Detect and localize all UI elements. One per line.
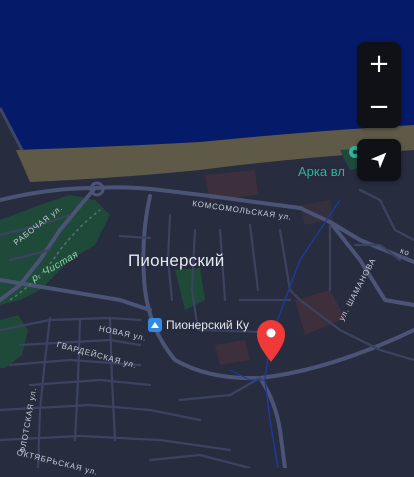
poi-label-arka[interactable]: Арка вл: [298, 164, 345, 179]
district-label: Пионерский: [128, 251, 225, 270]
map-canvas[interactable]: [0, 0, 414, 468]
navigation-arrow-icon: [370, 152, 387, 169]
zoom-in-button[interactable]: +: [357, 42, 401, 85]
poi-label-resort[interactable]: Пионерский Ку: [166, 318, 249, 332]
locate-me-button[interactable]: [357, 139, 401, 181]
zoom-out-button[interactable]: −: [357, 85, 401, 128]
zoom-controls: + −: [357, 42, 401, 128]
